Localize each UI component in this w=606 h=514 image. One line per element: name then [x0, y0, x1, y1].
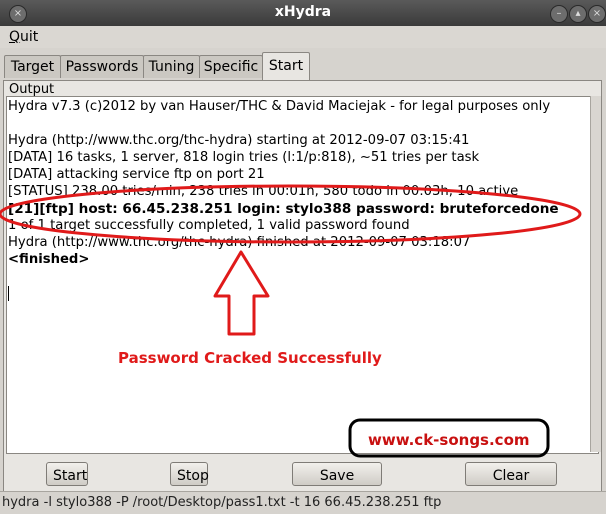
- stop-button[interactable]: Stop: [170, 462, 209, 486]
- status-bar: hydra -l stylo388 -P /root/Desktop/pass1…: [0, 491, 606, 514]
- site-annotation: www.ck-songs.com: [368, 431, 530, 449]
- clear-output-button[interactable]: Clear Output: [465, 462, 557, 508]
- save-output-button[interactable]: Save Output: [292, 462, 382, 508]
- status-command: hydra -l stylo388 -P /root/Desktop/pass1…: [2, 495, 442, 510]
- success-annotation: Password Cracked Successfully: [118, 349, 382, 367]
- up-arrow-icon: [213, 250, 270, 336]
- highlight-ellipse: [0, 184, 582, 244]
- start-button[interactable]: Start: [46, 462, 88, 486]
